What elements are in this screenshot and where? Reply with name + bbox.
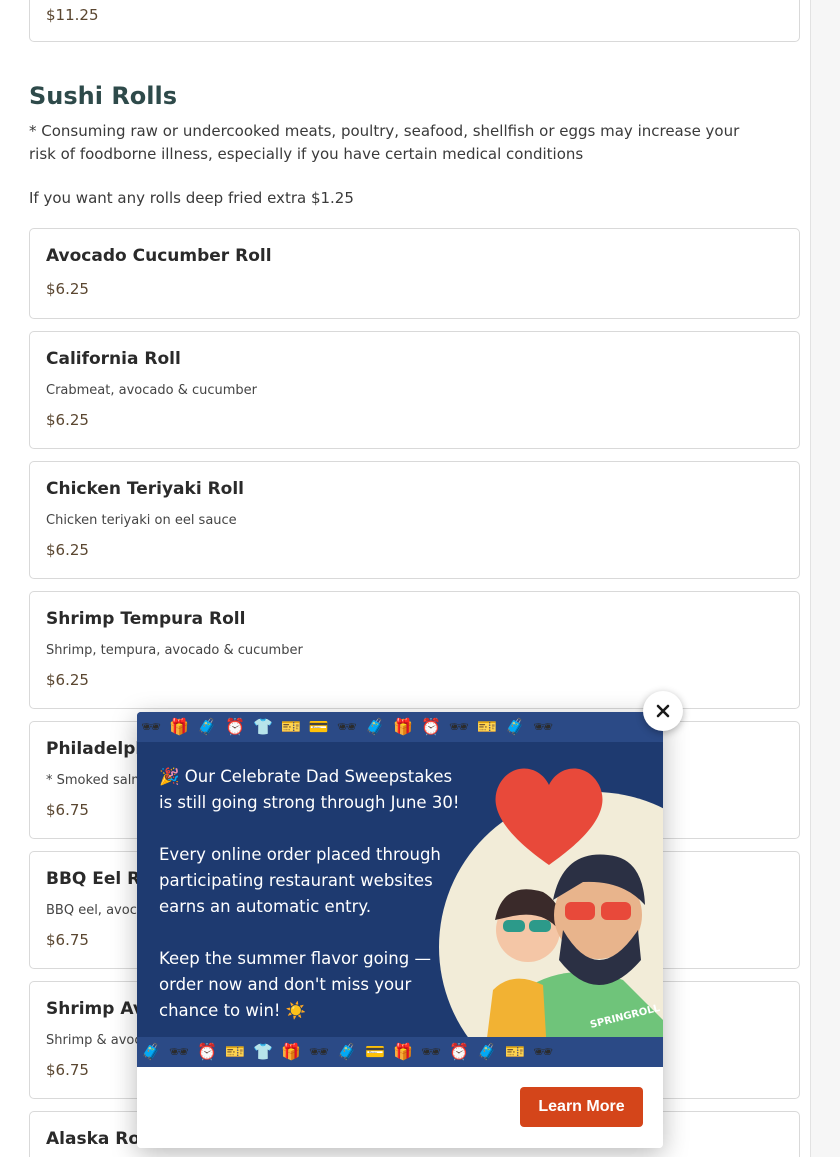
close-icon: [656, 704, 670, 718]
promo-line: 🎉 Our Celebrate Dad Sweepstakes: [159, 767, 453, 786]
item-name: Philadelph: [46, 739, 148, 759]
item-description: Crabmeat, avocado & cucumber: [46, 383, 257, 398]
item-price: $6.75: [46, 1061, 89, 1079]
item-name: Shrimp Tempura Roll: [46, 609, 246, 629]
item-description: Shrimp & avoc: [46, 1033, 142, 1048]
promo-line: is still going strong through June 30!: [159, 793, 460, 812]
learn-more-button[interactable]: Learn More: [520, 1087, 643, 1127]
promo-modal: 🕶🎁🧳⏰👕🎫💳🕶🧳🎁⏰🕶🎫🧳🕶 SPRINGROLL: [137, 712, 663, 1148]
promo-text-block-2: Every online order placed through partic…: [159, 842, 441, 920]
item-description: Shrimp, tempura, avocado & cucumber: [46, 643, 303, 658]
menu-item-card[interactable]: California Roll Crabmeat, avocado & cucu…: [29, 331, 800, 449]
item-description: Chicken teriyaki on eel sauce: [46, 513, 237, 528]
item-price: $6.25: [46, 671, 89, 689]
item-price: $6.75: [46, 931, 89, 949]
close-popup-button[interactable]: [643, 691, 683, 731]
promo-footer: Learn More: [137, 1067, 663, 1148]
promo-text-block-1: 🎉 Our Celebrate Dad Sweepstakes is still…: [159, 764, 459, 816]
decorative-strip-bottom: 🧳 🕶 ⏰ 🎫 👕 🎁 🕶 🧳 💳 🎁 🕶 ⏰ 🧳 🎫 🕶: [137, 1037, 663, 1067]
item-description: * Smoked salm: [46, 773, 144, 788]
decorative-strip-top: 🕶 🎁 🧳 ⏰ 👕 🎫 💳 🕶 🧳 🎁 ⏰ 🕶 🎫 🧳 🕶: [137, 712, 663, 742]
section-title: Sushi Rolls: [29, 82, 178, 110]
item-price: $6.25: [46, 411, 89, 429]
promo-banner-image: 🕶🎁🧳⏰👕🎫💳🕶🧳🎁⏰🕶🎫🧳🕶 SPRINGROLL: [137, 712, 663, 1067]
item-description: BBQ eel, avoca: [46, 903, 145, 918]
promo-line: chance to win! ☀️: [159, 1001, 307, 1020]
item-name: Avocado Cucumber Roll: [46, 246, 272, 266]
item-name: Chicken Teriyaki Roll: [46, 479, 244, 499]
menu-item-card[interactable]: Avocado Cucumber Roll $6.25: [29, 228, 800, 319]
promo-text-block-3: Keep the summer flavor going — order now…: [159, 946, 431, 1024]
promo-line: Every online order placed through: [159, 845, 441, 864]
promo-line: earns an automatic entry.: [159, 897, 372, 916]
item-price: $6.25: [46, 280, 89, 298]
page-scrollbar[interactable]: [810, 0, 840, 1157]
item-price: $6.25: [46, 541, 89, 559]
promo-line: participating restaurant websites: [159, 871, 433, 890]
promo-line: Keep the summer flavor going —: [159, 949, 431, 968]
item-price: $6.75: [46, 801, 89, 819]
menu-item-card[interactable]: Shrimp Tempura Roll Shrimp, tempura, avo…: [29, 591, 800, 709]
promo-line: order now and don't miss your: [159, 975, 412, 994]
menu-item-card[interactable]: $11.25: [29, 0, 800, 42]
item-name: Alaska Rol: [46, 1129, 146, 1149]
dad-and-child-illustration: SPRINGROLL: [483, 854, 663, 1067]
section-extra-note: If you want any rolls deep fried extra $…: [29, 189, 354, 207]
item-price: $11.25: [46, 6, 99, 24]
section-note: * Consuming raw or undercooked meats, po…: [29, 122, 740, 163]
menu-item-card[interactable]: Chicken Teriyaki Roll Chicken teriyaki o…: [29, 461, 800, 579]
item-name: California Roll: [46, 349, 181, 369]
